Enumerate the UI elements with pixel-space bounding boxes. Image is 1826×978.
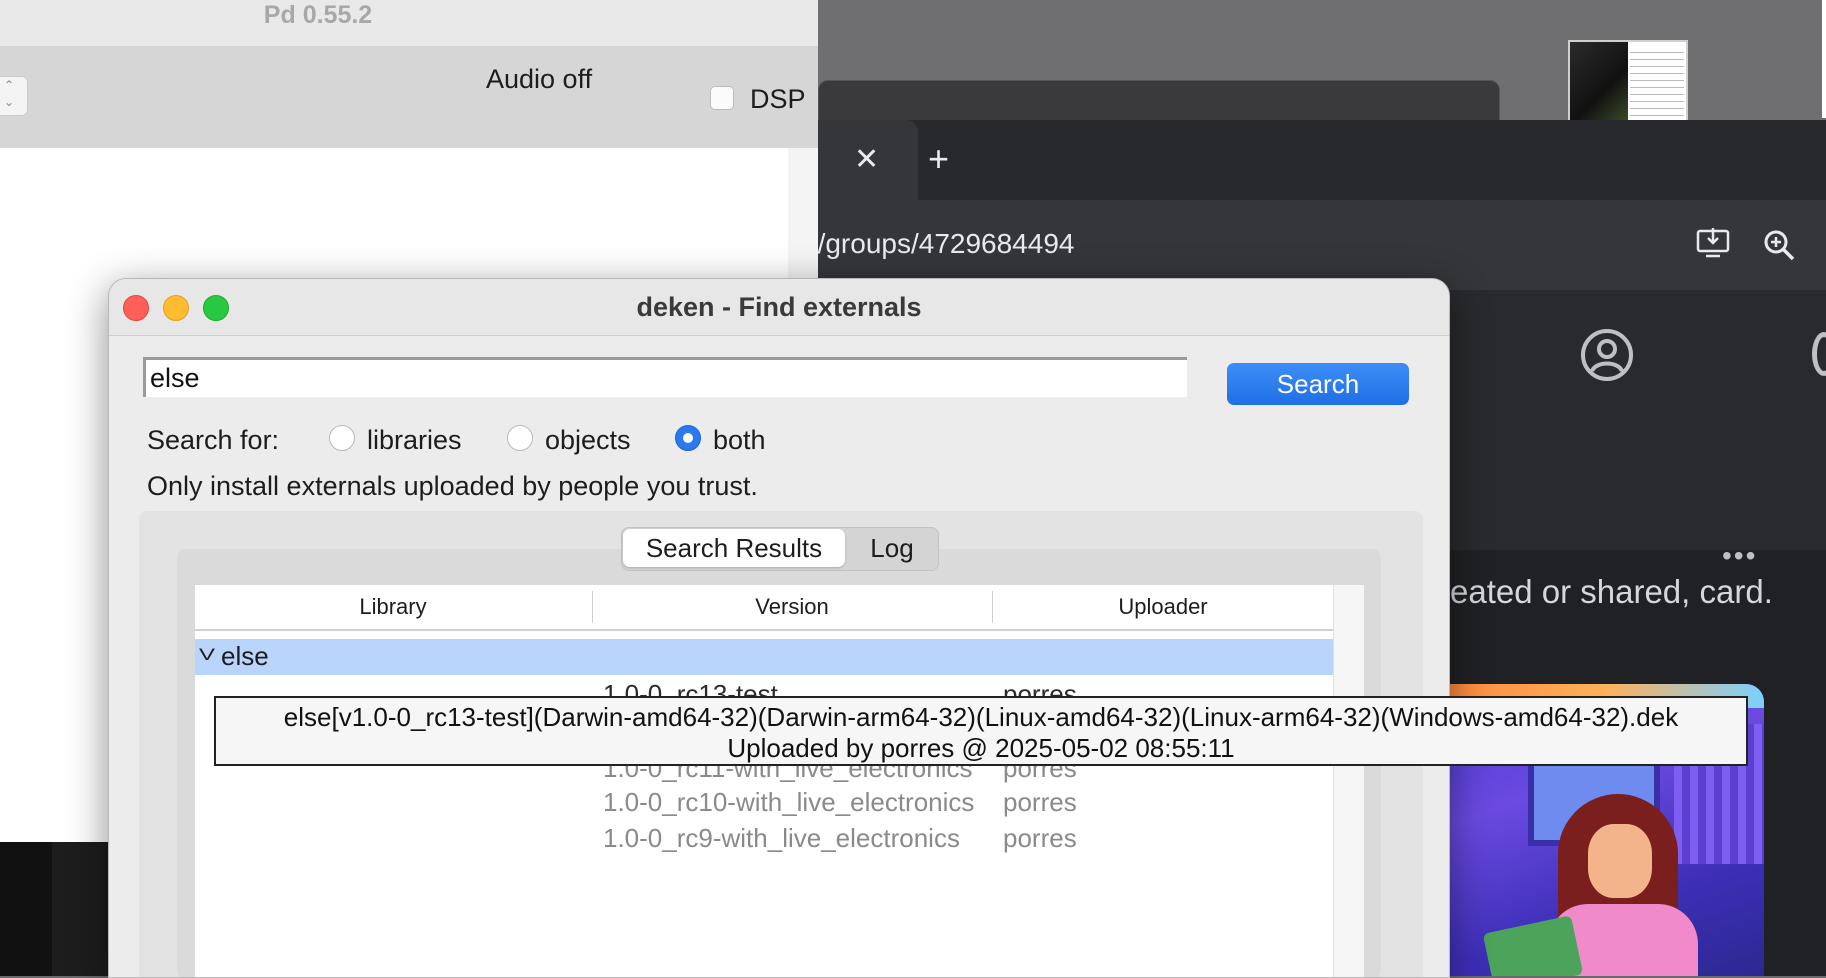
more-options-icon[interactable]: ••• [1722,540,1757,572]
table-scrollbar[interactable] [1333,585,1364,977]
log-level-stepper[interactable]: ⌃ ⌄ [0,76,28,116]
tab-search-results[interactable]: Search Results [623,529,845,567]
dsp-checkbox[interactable] [710,86,734,110]
tooltip-filename: else[v1.0-0_rc13-test](Darwin-amd64-32)(… [283,702,1679,732]
chevron-down-icon[interactable]: V [199,645,215,665]
table-row-version[interactable]: 1.0-0_rc9-with_live_electronics [603,823,997,854]
browser-tabstrip [818,120,1826,200]
thumbnail-photo [1570,42,1628,122]
tab-log[interactable]: Log [847,529,937,567]
dialog-title: deken - Find externals [636,292,922,322]
radio-both[interactable] [675,425,701,451]
account-icon[interactable] [1580,328,1634,382]
table-row-version[interactable]: 1.0-0_rc10-with_live_electronics [603,787,997,818]
column-header-library[interactable]: Library [195,585,591,629]
library-group-name: else [221,641,269,671]
table-row-uploader[interactable]: porres [1003,823,1077,854]
new-tab-button[interactable]: + [928,140,949,178]
radio-objects[interactable] [507,425,533,451]
audio-status: Audio off [486,64,593,94]
radio-libraries[interactable] [329,425,355,451]
deken-dialog: deken - Find externals Search Search for… [108,278,1450,978]
background-window-dark-2 [52,842,108,976]
radio-libraries-label[interactable]: libraries [367,425,462,456]
thumbnail-text [1630,46,1684,118]
install-app-icon[interactable] [1696,228,1730,258]
search-button[interactable]: Search [1227,363,1409,405]
trust-warning: Only install externals uploaded by peopl… [147,471,758,501]
tooltip-uploaded-by: Uploaded by porres @ 2025-05-02 08:55:11 [727,733,1235,763]
column-header-uploader[interactable]: Uploader [993,585,1333,629]
radio-objects-label[interactable]: objects [545,425,631,456]
package-tooltip: else[v1.0-0_rc13-test](Darwin-amd64-32)(… [214,696,1748,766]
radio-both-label[interactable]: both [713,425,766,456]
address-bar[interactable]: n/groups/4729684494 [802,228,1074,260]
pd-toolbar [0,46,818,148]
dsp-label: DSP [750,84,806,114]
library-group-row[interactable] [195,639,1333,675]
card-description: eated or shared, card. [1450,573,1773,610]
search-for-label: Search for: [147,425,280,455]
table-row-uploader[interactable]: porres [1003,787,1077,818]
pd-window-title: Pd 0.55.2 [263,1,373,29]
screenshot-thumbnail[interactable] [1568,40,1688,124]
zoom-icon[interactable] [1762,228,1796,262]
column-header-version[interactable]: Version [593,585,991,629]
window-edge [1822,0,1826,118]
search-input[interactable] [143,357,1187,397]
tab-close-icon[interactable]: ✕ [854,143,879,177]
